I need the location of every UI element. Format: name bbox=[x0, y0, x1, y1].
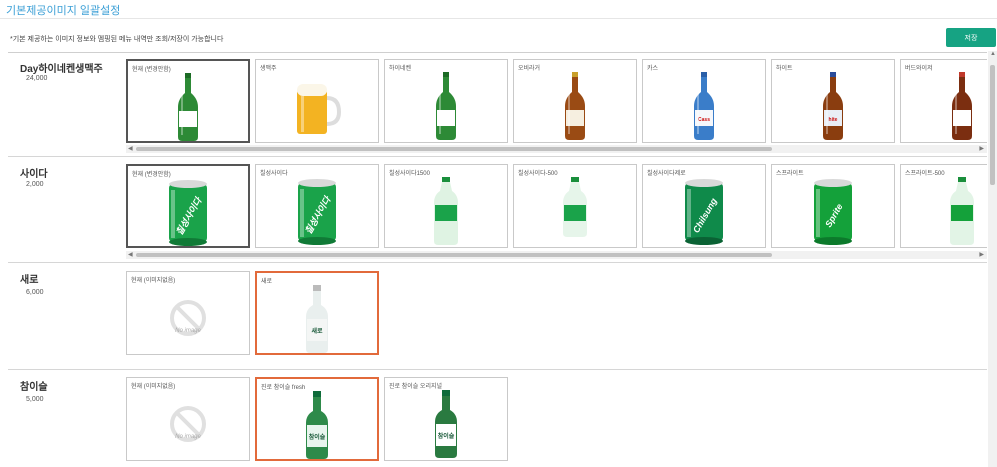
chilsung-zero-can-icon: Chilsung bbox=[643, 175, 765, 247]
chilsung-can-icon: 칠성사이다 bbox=[256, 175, 378, 247]
image-card[interactable]: 칠성사이다1500 bbox=[384, 164, 508, 248]
image-card[interactable]: 오비라거 bbox=[513, 59, 637, 143]
svg-text:참이슬: 참이슬 bbox=[438, 432, 455, 440]
menu-name: 참이슬 bbox=[20, 382, 48, 393]
menu-price: 24,000 bbox=[26, 75, 48, 82]
chamisul-fresh-bottle-icon: 참이슬 bbox=[257, 389, 377, 461]
image-card[interactable]: 현재 (이미지없음) No image bbox=[126, 377, 250, 461]
notice-text: *기본 제공하는 이미지 정보와 멤핑된 메뉴 내역만 조회/저장이 가능합니다 bbox=[10, 36, 224, 43]
no-image-text: No image bbox=[175, 328, 201, 334]
svg-text:hite: hite bbox=[829, 117, 838, 123]
hite-bottle-icon: hite bbox=[772, 70, 894, 142]
chamisul-original-bottle-icon: 참이슬 bbox=[385, 388, 507, 460]
scrollbar-thumb[interactable] bbox=[136, 147, 772, 151]
image-card[interactable]: 현재 (변경안함) 칠성사이다 bbox=[126, 164, 250, 248]
menu-price: 5,000 bbox=[26, 396, 44, 403]
image-card[interactable]: 카스 Cass bbox=[642, 59, 766, 143]
no-image-text: No image bbox=[175, 434, 201, 440]
chilsung-pet-icon bbox=[385, 175, 507, 247]
cass-bottle-icon: Cass bbox=[643, 70, 765, 142]
menu-name: Day하이네켄생맥주 bbox=[20, 64, 103, 75]
image-card[interactable]: 진로 참이슬 fresh 참이슬 bbox=[255, 377, 379, 461]
horizontal-scrollbar[interactable]: ◀ ▶ bbox=[126, 251, 987, 259]
image-card[interactable]: 칠성사이다-500 bbox=[513, 164, 637, 248]
menu-image-list: Day하이네켄생맥주 24,000 현재 (변경안함) 생맥주 하이네켄 오비라… bbox=[0, 51, 997, 467]
menu-price: 2,000 bbox=[26, 181, 44, 188]
menu-row: Day하이네켄생맥주 24,000 현재 (변경안함) 생맥주 하이네켄 오비라… bbox=[8, 53, 987, 157]
svg-text:새로: 새로 bbox=[311, 327, 323, 335]
image-card-strip: 현재 (이미지없음) No image 새로 새로 bbox=[126, 271, 987, 355]
image-card[interactable]: 버드와이저 bbox=[900, 59, 987, 143]
image-card[interactable]: 진로 참이슬 오리지널 참이슬 bbox=[384, 377, 508, 461]
sprite-can-icon: Sprite bbox=[772, 175, 894, 247]
scroll-right-icon[interactable]: ▶ bbox=[979, 145, 984, 153]
scroll-right-icon[interactable]: ▶ bbox=[979, 251, 984, 259]
menu-price: 6,000 bbox=[26, 289, 44, 296]
image-card-strip: 현재 (변경안함) 생맥주 하이네켄 오비라거 카스 Cass 하이트 hite 버… bbox=[126, 59, 987, 143]
svg-text:참이슬: 참이슬 bbox=[309, 433, 326, 441]
image-card-strip: 현재 (변경안함) 칠성사이다 칠성사이다 칠성사이다 칠성사이다1500 칠성사이… bbox=[126, 164, 987, 248]
image-card[interactable]: 현재 (변경안함) bbox=[126, 59, 250, 143]
sprite-bottle-icon bbox=[901, 175, 987, 247]
menu-name: 새로 bbox=[20, 275, 39, 286]
image-card-strip: 현재 (이미지없음) No image 진로 참이슬 fresh 참이슬 진로 참이… bbox=[126, 377, 987, 461]
scrollbar-thumb[interactable] bbox=[136, 253, 772, 257]
page-title: 기본제공이미지 일괄설정 bbox=[6, 5, 121, 17]
no-image-icon bbox=[127, 282, 249, 354]
image-card[interactable]: 칠성사이다제로 Chilsung bbox=[642, 164, 766, 248]
image-card[interactable]: 생맥주 bbox=[255, 59, 379, 143]
image-card[interactable]: 하이트 hite bbox=[771, 59, 895, 143]
save-button[interactable]: 저장 bbox=[946, 28, 996, 47]
scroll-left-icon[interactable]: ◀ bbox=[128, 145, 133, 153]
image-card[interactable]: 스프라이트-500 bbox=[900, 164, 987, 248]
heineken-bottle-icon bbox=[385, 70, 507, 142]
horizontal-scrollbar[interactable]: ◀ ▶ bbox=[126, 145, 987, 153]
chilsung-pet-small-icon bbox=[514, 175, 636, 247]
heineken-bottle-icon bbox=[128, 71, 248, 143]
saero-bottle-icon: 새로 bbox=[257, 283, 377, 355]
menu-row: 참이슬 5,000 현재 (이미지없음) No image 진로 참이슬 fres… bbox=[8, 370, 987, 467]
scrollbar-thumb[interactable] bbox=[990, 65, 995, 185]
image-card[interactable]: 새로 새로 bbox=[255, 271, 379, 355]
no-image-icon bbox=[127, 388, 249, 460]
image-card[interactable]: 하이네켄 bbox=[384, 59, 508, 143]
beer-mug-icon bbox=[256, 70, 378, 142]
scroll-left-icon[interactable]: ◀ bbox=[128, 251, 133, 259]
chilsung-can-icon: 칠성사이다 bbox=[128, 176, 248, 248]
image-card[interactable]: 스프라이트 Sprite bbox=[771, 164, 895, 248]
menu-name: 사이다 bbox=[20, 169, 48, 180]
scroll-up-icon[interactable]: ▲ bbox=[990, 51, 996, 57]
vertical-scrollbar[interactable]: ▲ bbox=[988, 51, 997, 467]
menu-row: 새로 6,000 현재 (이미지없음) No image 새로 새로 bbox=[8, 263, 987, 370]
image-card[interactable]: 현재 (이미지없음) No image bbox=[126, 271, 250, 355]
ob-lager-bottle-icon bbox=[514, 70, 636, 142]
title-divider bbox=[0, 18, 997, 19]
image-card[interactable]: 칠성사이다 칠성사이다 bbox=[255, 164, 379, 248]
budweiser-bottle-icon bbox=[901, 70, 987, 142]
svg-text:Cass: Cass bbox=[698, 117, 710, 123]
menu-row: 사이다 2,000 현재 (변경안함) 칠성사이다 칠성사이다 칠성사이다 칠성사이… bbox=[8, 157, 987, 263]
